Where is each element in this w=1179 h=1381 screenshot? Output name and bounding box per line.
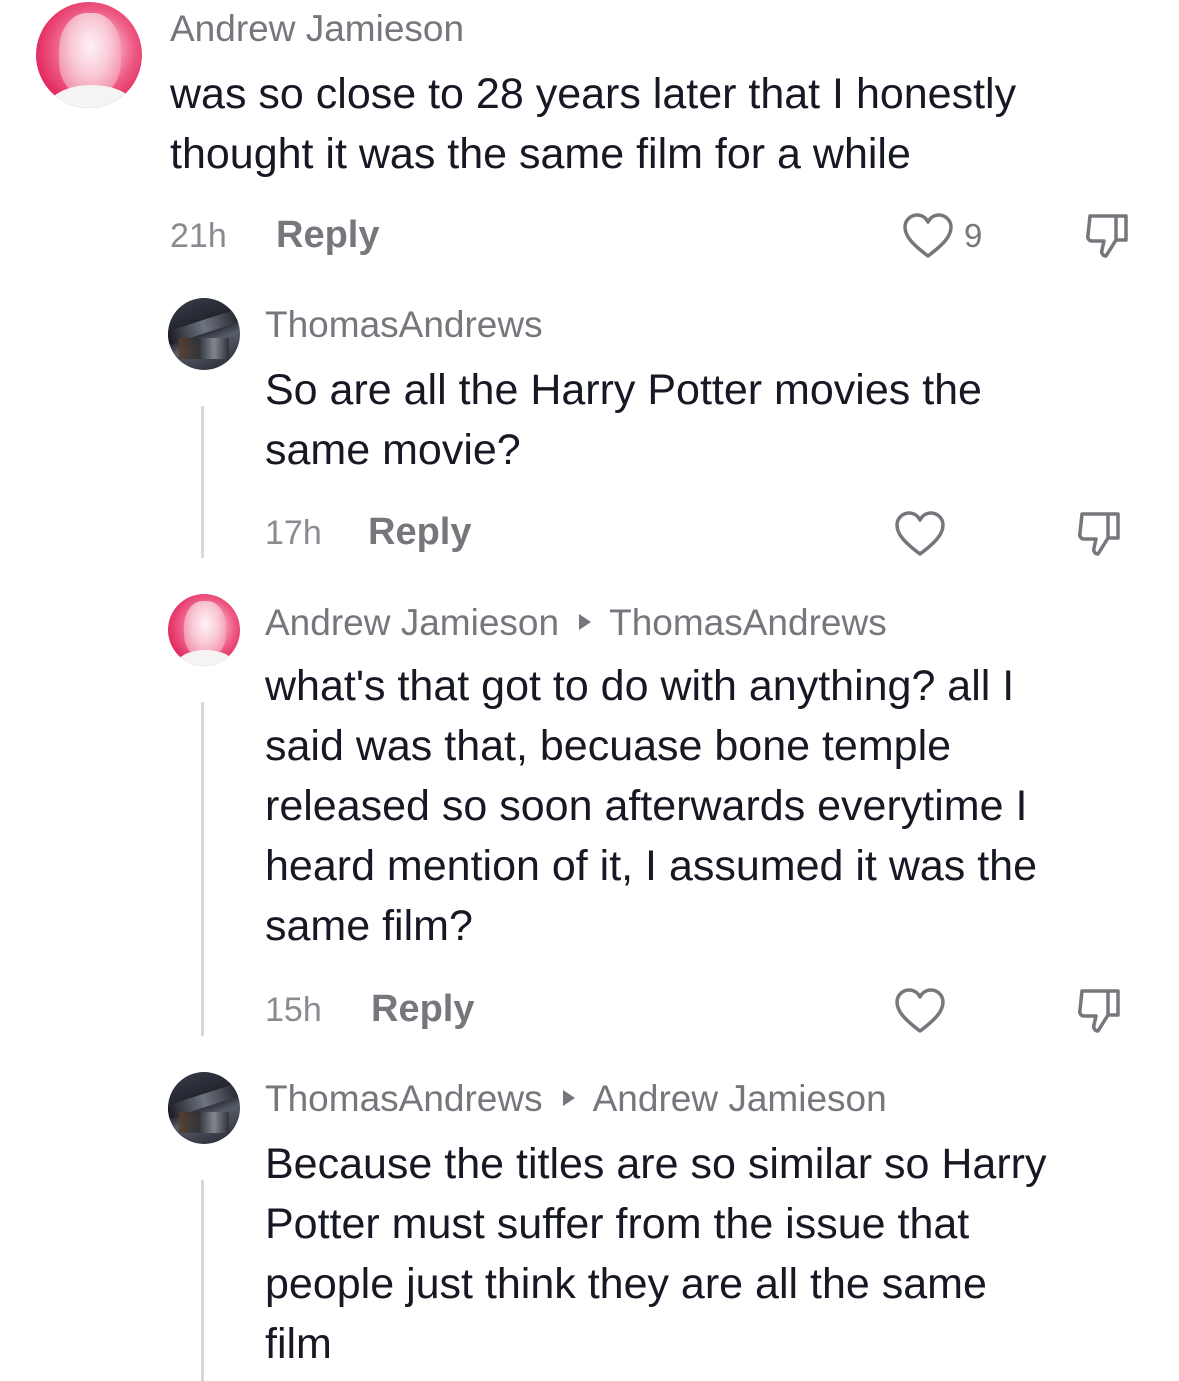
reply-button[interactable]: Reply <box>371 990 474 1028</box>
comment-timestamp: 15h <box>265 991 322 1029</box>
avatar-face <box>59 12 121 96</box>
avatar-face <box>183 601 226 658</box>
thread-line <box>201 406 204 558</box>
comment-author: ThomasAndrews Andrew Jamieson <box>265 1080 887 1117</box>
triangle-right-icon <box>579 614 592 631</box>
avatar-block <box>178 337 230 360</box>
comment-reply: ThomasAndrews So are all the Harry Potte… <box>0 290 1179 570</box>
like-count: 9 <box>964 217 983 254</box>
comment-top-level: Andrew Jamieson was so close to 28 years… <box>0 0 1179 280</box>
reply-to-name[interactable]: Andrew Jamieson <box>593 1078 887 1119</box>
author-name[interactable]: ThomasAndrews <box>265 1078 543 1119</box>
comment-author: Andrew Jamieson ThomasAndrews <box>265 604 887 641</box>
thumbs-down-icon[interactable] <box>1074 508 1126 560</box>
thread-line <box>201 702 204 1036</box>
avatar[interactable] <box>168 594 240 666</box>
reply-to-name[interactable]: ThomasAndrews <box>609 602 887 643</box>
avatar[interactable] <box>168 1072 240 1144</box>
author-name[interactable]: Andrew Jamieson <box>265 602 559 643</box>
reply-button[interactable]: Reply <box>276 216 379 254</box>
comment-text: So are all the Harry Potter movies the s… <box>265 366 982 474</box>
comment-author[interactable]: ThomasAndrews <box>265 306 543 343</box>
avatar[interactable] <box>168 298 240 370</box>
avatar-block <box>178 1111 230 1134</box>
avatar-shoulder <box>48 84 134 108</box>
comment-reply: Andrew Jamieson ThomasAndrews what's that… <box>0 590 1179 1050</box>
comment-timestamp: 21h <box>170 217 227 255</box>
thumbs-down-icon[interactable] <box>1074 985 1126 1037</box>
comment-text: was so close to 28 years later that I ho… <box>170 70 1017 178</box>
thumbs-down-icon[interactable] <box>1082 210 1134 262</box>
avatar[interactable] <box>36 2 142 108</box>
comment-text: what's that got to do with anything? all… <box>265 662 1038 950</box>
thread-line <box>201 1180 204 1381</box>
avatar-shoulder <box>176 650 235 666</box>
reply-button[interactable]: Reply <box>368 513 471 551</box>
heart-icon[interactable] <box>902 212 954 260</box>
comment-reply: ThomasAndrews Andrew Jamieson Because the… <box>0 1066 1179 1381</box>
triangle-right-icon <box>562 1090 575 1107</box>
comment-timestamp: 17h <box>265 514 322 552</box>
heart-icon[interactable] <box>894 987 946 1035</box>
comment-text: Because the titles are so similar so Har… <box>265 1140 1047 1368</box>
heart-icon[interactable] <box>894 510 946 558</box>
comment-author[interactable]: Andrew Jamieson <box>170 10 464 47</box>
